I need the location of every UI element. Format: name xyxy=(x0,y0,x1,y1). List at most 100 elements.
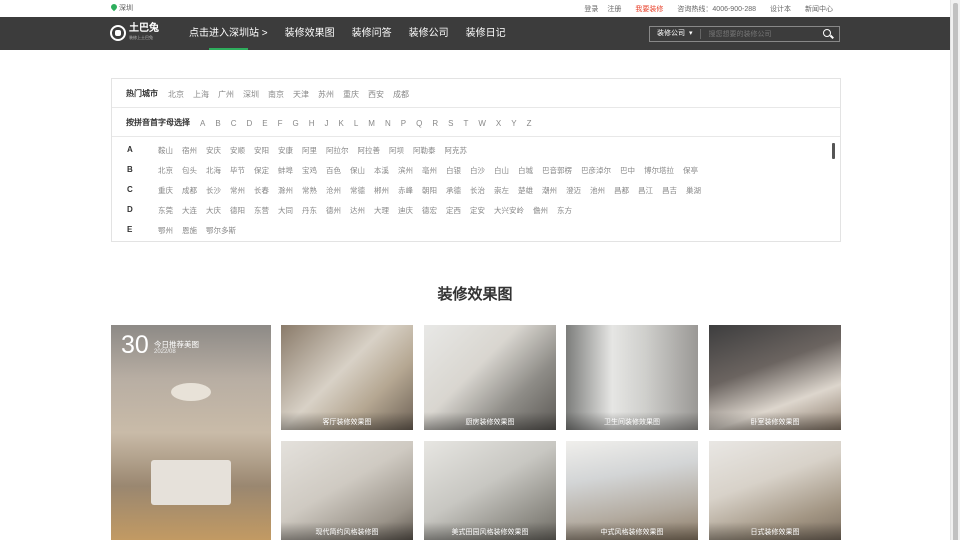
gallery-card-japanese-style[interactable]: 日式装修效果图 xyxy=(709,441,841,540)
city-link[interactable]: 白银 xyxy=(446,166,461,175)
city-link[interactable]: 德州 xyxy=(326,206,341,215)
gallery-card-kitchen[interactable]: 厨房装修效果图 xyxy=(424,325,556,430)
city-link[interactable]: 阿勒泰 xyxy=(413,146,436,155)
city-link[interactable]: 恩施 xyxy=(182,226,197,235)
gallery-card-modern-simple[interactable]: 现代简约风格装修图 xyxy=(281,441,413,540)
city-link[interactable]: 楚雄 xyxy=(518,186,533,195)
letter-link[interactable]: B xyxy=(215,119,220,128)
gallery-card-chinese-style[interactable]: 中式风格装修效果图 xyxy=(566,441,698,540)
letter-link[interactable]: Z xyxy=(527,119,532,128)
city-link[interactable]: 达州 xyxy=(350,206,365,215)
nav-item-effect-images[interactable]: 装修效果图 xyxy=(285,17,335,50)
city-link[interactable]: 东营 xyxy=(254,206,269,215)
letter-link[interactable]: K xyxy=(339,119,344,128)
city-link[interactable]: 潮州 xyxy=(542,186,557,195)
city-link[interactable]: 大兴安岭 xyxy=(494,206,524,215)
city-link[interactable]: 儋州 xyxy=(533,206,548,215)
hot-city-link[interactable]: 苏州 xyxy=(318,90,334,99)
letter-link[interactable]: Y xyxy=(511,119,516,128)
city-link[interactable]: 朝阳 xyxy=(422,186,437,195)
city-link[interactable]: 大理 xyxy=(374,206,389,215)
letter-link[interactable]: J xyxy=(325,119,329,128)
city-link[interactable]: 迪庆 xyxy=(398,206,413,215)
city-link[interactable]: 常熟 xyxy=(302,186,317,195)
city-link[interactable]: 阿坝 xyxy=(389,146,404,155)
city-link[interactable]: 滁州 xyxy=(278,186,293,195)
hot-city-link[interactable]: 重庆 xyxy=(343,90,359,99)
featured-image-card[interactable]: 30 今日推荐美图 2022/08 xyxy=(111,325,271,540)
city-link[interactable]: 安庆 xyxy=(206,146,221,155)
city-link[interactable]: 大庆 xyxy=(206,206,221,215)
letter-link[interactable]: D xyxy=(246,119,252,128)
city-link[interactable]: 安康 xyxy=(278,146,293,155)
nav-item-qa[interactable]: 装修问答 xyxy=(352,17,392,50)
city-link[interactable]: 东莞 xyxy=(158,206,173,215)
city-link[interactable]: 滨州 xyxy=(398,166,413,175)
city-link[interactable]: 昌江 xyxy=(638,186,653,195)
city-link[interactable]: 亳州 xyxy=(422,166,437,175)
city-link[interactable]: 池州 xyxy=(590,186,605,195)
nav-item-diary[interactable]: 装修日记 xyxy=(466,17,506,50)
city-link[interactable]: 博尔塔拉 xyxy=(644,166,674,175)
city-link[interactable]: 蚌埠 xyxy=(278,166,293,175)
letter-link[interactable]: L xyxy=(354,119,358,128)
city-link[interactable]: 巴音郭楞 xyxy=(542,166,572,175)
city-link[interactable]: 巴中 xyxy=(620,166,635,175)
letter-link[interactable]: F xyxy=(278,119,283,128)
hot-city-link[interactable]: 广州 xyxy=(218,90,234,99)
city-link[interactable]: 定西 xyxy=(446,206,461,215)
city-link[interactable]: 昌都 xyxy=(614,186,629,195)
letter-link[interactable]: G xyxy=(292,119,298,128)
nav-item-companies[interactable]: 装修公司 xyxy=(409,17,449,50)
city-link[interactable]: 阿拉善 xyxy=(358,146,381,155)
hot-city-link[interactable]: 西安 xyxy=(368,90,384,99)
city-link[interactable]: 保山 xyxy=(350,166,365,175)
letter-link[interactable]: R xyxy=(432,119,438,128)
city-link[interactable]: 长治 xyxy=(470,186,485,195)
city-link[interactable]: 长春 xyxy=(254,186,269,195)
register-link[interactable]: 注册 xyxy=(607,4,621,14)
city-link[interactable]: 大连 xyxy=(182,206,197,215)
city-link[interactable]: 常州 xyxy=(230,186,245,195)
letter-link[interactable]: C xyxy=(231,119,237,128)
city-link[interactable]: 郴州 xyxy=(374,186,389,195)
news-center-link[interactable]: 新闻中心 xyxy=(805,4,833,14)
city-link[interactable]: 北海 xyxy=(206,166,221,175)
gallery-card-bathroom[interactable]: 卫生间装修效果图 xyxy=(566,325,698,430)
hot-city-link[interactable]: 天津 xyxy=(293,90,309,99)
letter-link[interactable]: S xyxy=(448,119,453,128)
gallery-card-american-pastoral[interactable]: 美式田园风格装修效果图 xyxy=(424,441,556,540)
city-link[interactable]: 鄂尔多斯 xyxy=(206,226,236,235)
city-link[interactable]: 重庆 xyxy=(158,186,173,195)
city-link[interactable]: 大同 xyxy=(278,206,293,215)
city-link[interactable]: 成都 xyxy=(182,186,197,195)
city-link[interactable]: 宿州 xyxy=(182,146,197,155)
letter-link[interactable]: P xyxy=(401,119,406,128)
gallery-card-living-room[interactable]: 客厅装修效果图 xyxy=(281,325,413,430)
city-link[interactable]: 阿克苏 xyxy=(445,146,468,155)
letter-link[interactable]: W xyxy=(478,119,486,128)
city-link[interactable]: 本溪 xyxy=(374,166,389,175)
letter-link[interactable]: Q xyxy=(416,119,422,128)
decorate-link[interactable]: 我要装修 xyxy=(635,4,663,14)
hot-city-link[interactable]: 深圳 xyxy=(243,90,259,99)
location-switcher[interactable]: 深圳 xyxy=(111,3,133,13)
city-list-scrollbar[interactable] xyxy=(832,143,835,159)
city-link[interactable]: 赤峰 xyxy=(398,186,413,195)
letter-link[interactable]: A xyxy=(200,119,205,128)
login-link[interactable]: 登录 xyxy=(584,4,598,14)
city-link[interactable]: 澄迈 xyxy=(566,186,581,195)
city-link[interactable]: 巢湖 xyxy=(686,186,701,195)
design-book-link[interactable]: 设计本 xyxy=(770,4,791,14)
city-link[interactable]: 白城 xyxy=(518,166,533,175)
letter-link[interactable]: N xyxy=(385,119,391,128)
city-link[interactable]: 鄂州 xyxy=(158,226,173,235)
city-link[interactable]: 昌吉 xyxy=(662,186,677,195)
letter-link[interactable]: T xyxy=(463,119,468,128)
search-category-select[interactable]: 装修公司 ▾ xyxy=(650,29,701,39)
letter-link[interactable]: H xyxy=(309,119,315,128)
hot-city-link[interactable]: 南京 xyxy=(268,90,284,99)
city-link[interactable]: 定安 xyxy=(470,206,485,215)
city-link[interactable]: 安阳 xyxy=(254,146,269,155)
city-link[interactable]: 白山 xyxy=(494,166,509,175)
